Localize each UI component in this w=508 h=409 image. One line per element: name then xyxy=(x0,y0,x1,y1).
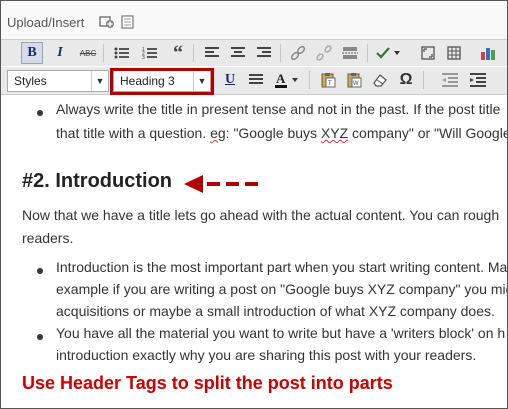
chart-icon xyxy=(481,48,495,60)
align-right-icon xyxy=(257,47,271,57)
insert-more-button[interactable] xyxy=(339,42,361,64)
svg-text:T: T xyxy=(328,81,332,87)
underline-button[interactable]: U xyxy=(219,69,241,91)
kitchen-sink-icon xyxy=(447,46,461,60)
outdent-button[interactable] xyxy=(439,69,461,91)
bullet-text: Introduction is the most important part … xyxy=(56,259,507,275)
toolbar-divider xyxy=(309,71,310,89)
toolbar-divider xyxy=(367,44,368,62)
strikethrough-icon: ABC xyxy=(79,48,97,58)
bullet-text: Always write the title in present tense … xyxy=(56,101,501,117)
paste-word-button[interactable]: W xyxy=(343,69,365,91)
toolbar-row-2: Styles ▼ Heading 3 ▼ U A T W Ω xyxy=(1,67,507,95)
annotation-caption: Use Header Tags to split the post into p… xyxy=(22,373,393,393)
svg-text:W: W xyxy=(353,81,359,87)
spellcheck-icon xyxy=(376,47,400,59)
bullet-marker xyxy=(37,110,43,116)
kitchen-sink-button[interactable] xyxy=(443,42,465,64)
unlink-button[interactable] xyxy=(313,42,335,64)
toolbar-divider xyxy=(280,44,281,62)
svg-text:A: A xyxy=(276,72,286,86)
bullet-text: You have all the material you want to wr… xyxy=(56,325,506,341)
chart-button[interactable] xyxy=(477,42,499,64)
styles-select[interactable]: Styles ▼ xyxy=(7,70,109,92)
toolbar-divider xyxy=(103,44,104,62)
add-media-icon[interactable] xyxy=(99,14,115,30)
bold-button[interactable]: B xyxy=(21,42,43,64)
bullet-marker xyxy=(37,334,43,340)
styles-select-value: Styles xyxy=(14,74,47,88)
paragraph-text: Now that we have a title lets go ahead w… xyxy=(22,207,500,223)
omega-icon: Ω xyxy=(399,71,413,88)
align-center-button[interactable] xyxy=(227,42,249,64)
section-heading: #2. Introduction xyxy=(22,170,172,192)
bullet-text: that title with a question. eg: "Google … xyxy=(56,125,507,141)
bullet-text: example if you are writing a post on "Go… xyxy=(56,281,507,297)
upload-insert-label: Upload/Insert xyxy=(7,15,85,30)
chevron-down-icon: ▼ xyxy=(91,71,108,91)
align-left-button[interactable] xyxy=(201,42,223,64)
toolbar-divider xyxy=(423,71,424,89)
fullscreen-button[interactable] xyxy=(417,42,439,64)
paste-text-icon: T xyxy=(321,73,336,88)
fullscreen-icon xyxy=(421,46,435,60)
bold-icon: B xyxy=(27,45,37,60)
spellcheck-button[interactable] xyxy=(373,42,403,64)
eraser-icon xyxy=(373,74,387,87)
strikethrough-button[interactable]: ABC xyxy=(77,42,99,64)
toolbar-row-1: B I ABC 123 “ xyxy=(1,39,507,66)
align-right-button[interactable] xyxy=(253,42,275,64)
align-left-icon xyxy=(205,47,219,57)
align-center-icon xyxy=(231,47,245,57)
italic-icon: I xyxy=(57,45,63,60)
blockquote-icon: “ xyxy=(173,41,183,64)
ordered-list-button[interactable]: 123 xyxy=(139,42,161,64)
justify-icon xyxy=(249,74,263,84)
remove-format-button[interactable] xyxy=(369,69,391,91)
paragraph-text: readers. xyxy=(22,230,74,246)
insert-link-button[interactable] xyxy=(287,42,309,64)
svg-text:3: 3 xyxy=(142,55,145,60)
arrow-left-icon xyxy=(184,175,258,193)
blockquote-button[interactable]: “ xyxy=(167,42,189,64)
format-select-highlight xyxy=(110,68,214,95)
text-color-button[interactable]: A xyxy=(273,69,303,91)
editor-window: Upload/Insert B I ABC 123 “ Styles ▼ Hea… xyxy=(0,0,508,409)
text-color-icon: A xyxy=(275,72,298,88)
toolbar-divider xyxy=(193,44,194,62)
more-tag-icon xyxy=(342,47,358,59)
link-icon xyxy=(290,45,306,61)
underline-icon: U xyxy=(224,72,236,87)
bullet-text: acquisitions or maybe a small introducti… xyxy=(56,303,495,319)
unlink-icon xyxy=(316,45,332,61)
paste-word-icon: W xyxy=(347,73,362,88)
indent-icon xyxy=(470,73,486,87)
editor-content[interactable]: Always write the title in present tense … xyxy=(1,95,507,365)
indent-button[interactable] xyxy=(467,69,489,91)
upload-insert-bar: Upload/Insert xyxy=(1,1,507,39)
unordered-list-button[interactable] xyxy=(111,42,133,64)
add-page-icon[interactable] xyxy=(120,14,136,30)
special-char-button[interactable]: Ω xyxy=(395,69,417,91)
outdent-icon xyxy=(442,73,458,87)
ordered-list-icon: 123 xyxy=(142,47,157,60)
bullet-marker xyxy=(37,268,43,274)
paste-text-button[interactable]: T xyxy=(317,69,339,91)
justify-button[interactable] xyxy=(245,69,267,91)
italic-button[interactable]: I xyxy=(49,42,71,64)
bullet-text: introduction exactly why you are sharing… xyxy=(56,347,477,363)
unordered-list-icon xyxy=(114,47,129,59)
